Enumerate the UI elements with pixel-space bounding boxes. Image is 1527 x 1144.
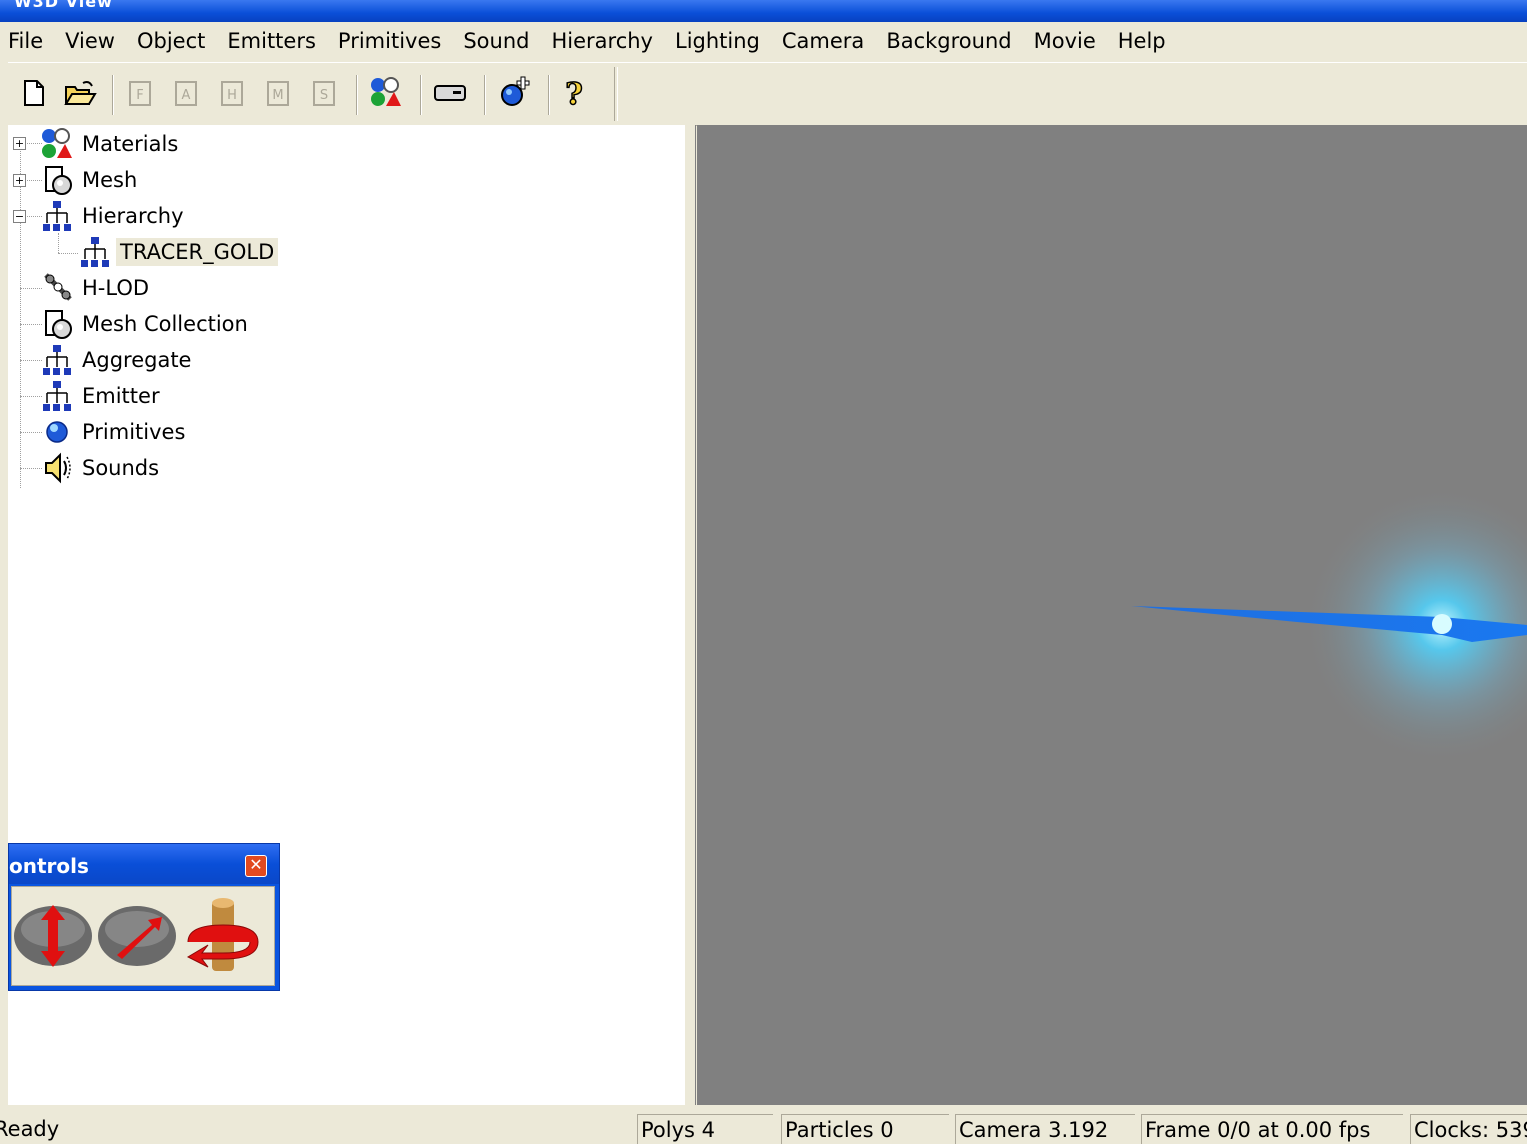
pane-splitter[interactable] bbox=[685, 125, 696, 1105]
menu-help[interactable]: Help bbox=[1108, 29, 1178, 53]
controls-buttons bbox=[14, 898, 259, 971]
expand-mesh-button[interactable]: + bbox=[13, 174, 26, 187]
collapse-hierarchy-button[interactable]: − bbox=[13, 210, 26, 223]
tree-item-sounds[interactable]: Sounds bbox=[40, 451, 163, 485]
aggregate-icon bbox=[43, 345, 71, 375]
3d-viewport[interactable] bbox=[697, 125, 1527, 1105]
s-disabled-icon: S bbox=[313, 81, 335, 106]
h-disabled-icon: H bbox=[221, 81, 243, 106]
tree-item-materials[interactable]: Materials bbox=[40, 127, 182, 161]
svg-text:?: ? bbox=[565, 77, 583, 110]
svg-text:F: F bbox=[136, 88, 143, 103]
menu-primitives[interactable]: Primitives bbox=[328, 29, 453, 53]
tree-item-aggregate[interactable]: Aggregate bbox=[40, 343, 195, 377]
status-ready: Ready bbox=[0, 1117, 60, 1141]
open-icon bbox=[64, 81, 97, 105]
mesh-icon bbox=[45, 166, 72, 195]
tree-item-label: Materials bbox=[82, 132, 179, 156]
menu-sound[interactable]: Sound bbox=[453, 29, 541, 53]
f-button[interactable]: F bbox=[122, 73, 158, 113]
menu-bar: File View Object Emitters Primitives Sou… bbox=[0, 22, 1527, 60]
tree-item-label: Sounds bbox=[82, 456, 160, 480]
primitives-icon bbox=[46, 421, 68, 443]
svg-text:A: A bbox=[182, 88, 191, 103]
h-button[interactable]: H bbox=[214, 73, 250, 113]
status-polys: Polys 4 bbox=[637, 1114, 773, 1144]
new-button[interactable] bbox=[16, 73, 52, 113]
menu-view[interactable]: View bbox=[55, 29, 127, 53]
menu-emitters[interactable]: Emitters bbox=[217, 29, 328, 53]
status-frame: Frame 0/0 at 0.00 fps bbox=[1141, 1114, 1403, 1144]
materials-button[interactable] bbox=[368, 73, 404, 113]
menu-lighting[interactable]: Lighting bbox=[665, 29, 772, 53]
speaker-icon bbox=[45, 452, 71, 484]
tree-item-primitives[interactable]: Primitives bbox=[40, 415, 189, 449]
f-disabled-icon: F bbox=[129, 81, 151, 106]
status-camera: Camera 3.192 bbox=[955, 1114, 1135, 1144]
svg-text:M: M bbox=[272, 88, 283, 103]
m-button[interactable]: M bbox=[260, 73, 296, 113]
close-button[interactable]: ✕ bbox=[245, 855, 267, 877]
tree-item-label: Primitives bbox=[82, 420, 186, 444]
tree-item-label: TRACER_GOLD bbox=[116, 238, 279, 266]
hierarchy-icon bbox=[43, 201, 71, 231]
hlod-icon bbox=[44, 273, 72, 301]
add-emitter-button[interactable] bbox=[496, 73, 532, 113]
expand-materials-button[interactable]: + bbox=[13, 137, 26, 150]
tree-item-emitter[interactable]: Emitter bbox=[40, 379, 164, 413]
materials-icon bbox=[42, 128, 72, 158]
move-vertical-button[interactable] bbox=[14, 905, 92, 967]
svg-text:H: H bbox=[227, 88, 237, 103]
move-diagonal-button[interactable] bbox=[98, 906, 176, 966]
menu-background[interactable]: Background bbox=[876, 29, 1023, 53]
status-clocks: Clocks: 539 bbox=[1410, 1114, 1527, 1144]
tree-item-mesh[interactable]: Mesh bbox=[40, 163, 141, 197]
status-bar: Ready Polys 4 Particles 0 Camera 3.192 F… bbox=[0, 1108, 1527, 1144]
mesh-collection-icon bbox=[45, 310, 72, 339]
tree-item-tracer-gold[interactable]: TRACER_GOLD bbox=[78, 235, 279, 269]
keyboard-icon bbox=[434, 85, 466, 101]
emitter-icon bbox=[43, 381, 71, 411]
tree-item-label: Mesh Collection bbox=[82, 312, 248, 336]
controls-window: ontrols ✕ bbox=[8, 843, 280, 991]
controls-body bbox=[11, 886, 275, 986]
svg-text:S: S bbox=[320, 88, 328, 103]
controls-title-bar[interactable]: ontrols ✕ bbox=[9, 844, 279, 884]
tree-item-label: Emitter bbox=[82, 384, 160, 408]
open-button[interactable] bbox=[62, 73, 98, 113]
status-particles: Particles 0 bbox=[781, 1114, 949, 1144]
s-button[interactable]: S bbox=[306, 73, 342, 113]
tree-item-hierarchy[interactable]: Hierarchy bbox=[40, 199, 188, 233]
help-button[interactable]: ? bbox=[556, 73, 592, 113]
window-title: W3D View bbox=[14, 0, 113, 11]
a-button[interactable]: A bbox=[168, 73, 204, 113]
hierarchy-icon bbox=[81, 237, 109, 267]
tree-item-label: Aggregate bbox=[82, 348, 192, 372]
menu-movie[interactable]: Movie bbox=[1024, 29, 1108, 53]
tree-item-hlod[interactable]: H-LOD bbox=[40, 271, 153, 305]
toolbar: F A H M S ? bbox=[8, 62, 1527, 126]
tree-item-mesh-collection[interactable]: Mesh Collection bbox=[40, 307, 252, 341]
keyboard-button[interactable] bbox=[432, 73, 468, 113]
new-icon bbox=[24, 80, 44, 106]
add-emitter-icon bbox=[501, 76, 530, 106]
materials-icon bbox=[371, 77, 401, 106]
m-disabled-icon: M bbox=[267, 81, 289, 106]
close-icon: ✕ bbox=[249, 855, 263, 874]
help-icon: ? bbox=[564, 76, 583, 110]
menu-hierarchy[interactable]: Hierarchy bbox=[541, 29, 665, 53]
menu-camera[interactable]: Camera bbox=[772, 29, 876, 53]
controls-title: ontrols bbox=[9, 854, 89, 878]
a-disabled-icon: A bbox=[175, 81, 197, 106]
tracer-render bbox=[1131, 485, 1527, 765]
title-bar: W3D View bbox=[0, 0, 1527, 22]
rotate-button[interactable] bbox=[186, 898, 259, 971]
menu-object[interactable]: Object bbox=[127, 29, 217, 53]
tree-item-label: Hierarchy bbox=[82, 204, 184, 228]
tree-item-label: H-LOD bbox=[82, 276, 150, 300]
menu-file[interactable]: File bbox=[0, 29, 55, 53]
tree-item-label: Mesh bbox=[82, 168, 138, 192]
